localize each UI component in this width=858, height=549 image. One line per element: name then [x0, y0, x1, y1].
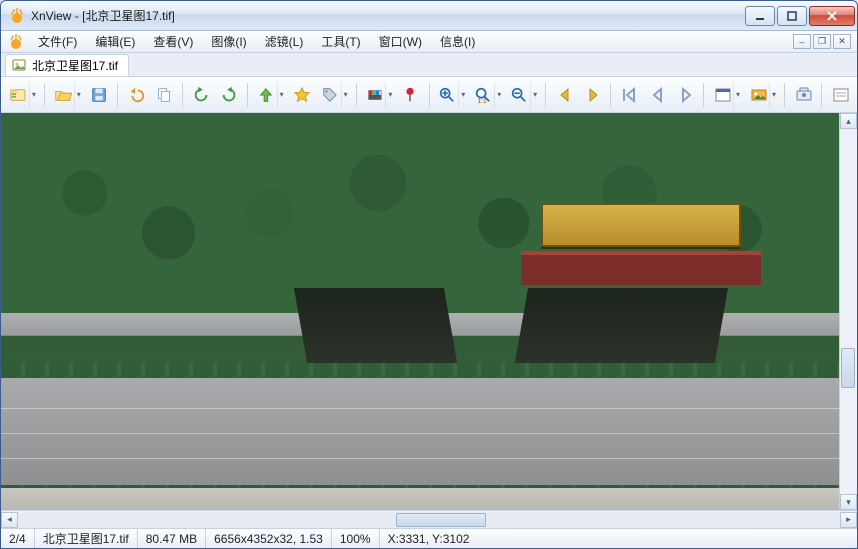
menu-tools[interactable]: 工具(T)	[312, 31, 369, 52]
menu-file[interactable]: 文件(F)	[29, 31, 86, 52]
menu-filter[interactable]: 滤镜(L)	[256, 31, 313, 52]
chevron-down-icon[interactable]: ▾	[494, 82, 503, 108]
scroll-down-button[interactable]: ▾	[840, 494, 857, 510]
favorite-button[interactable]	[289, 81, 315, 109]
tab-label: 北京卫星图17.tif	[32, 57, 118, 74]
acquire-button[interactable]	[790, 81, 816, 109]
status-filename: 北京卫星图17.tif	[35, 529, 138, 548]
menu-view[interactable]: 查看(V)	[144, 31, 202, 52]
tab-current[interactable]: 北京卫星图17.tif	[5, 54, 129, 76]
fit-button[interactable]: ▾	[709, 81, 743, 109]
window-title: XnView - [北京卫星图17.tif]	[31, 7, 175, 24]
status-dims: 6656x4352x32, 1.53	[206, 529, 332, 548]
palette-button[interactable]: ▾	[362, 81, 396, 109]
status-zoom: 100%	[332, 529, 380, 548]
mdi-close-button[interactable]: ✕	[833, 34, 851, 49]
prev-file-button[interactable]	[644, 81, 670, 109]
window-controls	[743, 6, 855, 26]
menu-image[interactable]: 图像(I)	[202, 31, 255, 52]
close-button[interactable]	[809, 6, 855, 26]
tag-button[interactable]: ▾	[317, 81, 351, 109]
chevron-down-icon[interactable]: ▾	[385, 82, 394, 108]
mdi-restore-button[interactable]: ❐	[813, 34, 831, 49]
chevron-down-icon[interactable]: ▾	[530, 82, 539, 108]
vertical-scrollbar[interactable]: ▴ ▾	[839, 113, 857, 510]
chevron-down-icon[interactable]: ▾	[733, 82, 742, 108]
mdi-controls: ‒ ❐ ✕	[793, 34, 851, 49]
app-icon	[9, 8, 25, 24]
menu-edit[interactable]: 编辑(E)	[86, 31, 144, 52]
scroll-right-button[interactable]: ▸	[840, 512, 857, 528]
zoom-out-button[interactable]: ▾	[506, 81, 540, 109]
open-button[interactable]: ▾	[50, 81, 84, 109]
horizontal-scrollbar[interactable]: ◂ ▸	[1, 510, 857, 528]
menu-bar: 文件(F) 编辑(E) 查看(V) 图像(I) 滤镜(L) 工具(T) 窗口(W…	[1, 31, 857, 53]
save-button[interactable]	[86, 81, 112, 109]
chevron-down-icon[interactable]: ▾	[29, 82, 38, 108]
document-tabs: 北京卫星图17.tif	[1, 53, 857, 77]
chevron-down-icon[interactable]: ▾	[277, 82, 286, 108]
chevron-down-icon[interactable]: ▾	[341, 82, 350, 108]
rotate-right-button[interactable]	[216, 81, 242, 109]
browse-button[interactable]: ▾	[5, 81, 39, 109]
options-button[interactable]	[827, 81, 853, 109]
undo-button[interactable]	[123, 81, 149, 109]
status-bar: 2/4 北京卫星图17.tif 80.47 MB 6656x4352x32, 1…	[1, 528, 857, 548]
zoom-in-button[interactable]: ▾	[434, 81, 468, 109]
rotate-left-button[interactable]	[188, 81, 214, 109]
toolbar: ▾ ▾ ▾ ▾ ▾ ▾ 1:1 ▾ ▾ ▾ ▾	[1, 77, 857, 113]
image-canvas[interactable]	[1, 113, 839, 510]
image-file-icon	[12, 58, 26, 72]
title-bar[interactable]: XnView - [北京卫星图17.tif]	[1, 1, 857, 31]
scroll-up-button[interactable]: ▴	[840, 113, 857, 129]
chevron-down-icon[interactable]: ▾	[74, 82, 83, 108]
vertical-scroll-thumb[interactable]	[841, 348, 855, 388]
status-coords: X:3331, Y:3102	[380, 529, 478, 548]
app-window: XnView - [北京卫星图17.tif] 文件(F) 编辑(E) 查看(V)…	[0, 0, 858, 549]
up-button[interactable]: ▾	[253, 81, 287, 109]
chevron-down-icon[interactable]: ▾	[769, 82, 778, 108]
scroll-left-button[interactable]: ◂	[1, 512, 18, 528]
app-menu-icon	[7, 33, 25, 51]
next-file-button[interactable]	[672, 81, 698, 109]
chevron-down-icon[interactable]: ▾	[458, 82, 467, 108]
svg-text:1:1: 1:1	[478, 98, 488, 105]
next-button[interactable]	[579, 81, 605, 109]
prev-button[interactable]	[551, 81, 577, 109]
menu-info[interactable]: 信息(I)	[431, 31, 484, 52]
copy-button[interactable]	[151, 81, 177, 109]
status-filesize: 80.47 MB	[138, 529, 206, 548]
image-viewport: ▴ ▾	[1, 113, 857, 510]
horizontal-scroll-thumb[interactable]	[396, 513, 486, 527]
satellite-image	[1, 113, 839, 510]
minimize-button[interactable]	[745, 6, 775, 26]
maximize-button[interactable]	[777, 6, 807, 26]
pin-button[interactable]	[397, 81, 423, 109]
zoom-actual-button[interactable]: 1:1 ▾	[470, 81, 504, 109]
menu-window[interactable]: 窗口(W)	[370, 31, 431, 52]
mdi-minimize-button[interactable]: ‒	[793, 34, 811, 49]
first-page-button[interactable]	[616, 81, 642, 109]
status-index: 2/4	[1, 529, 35, 548]
slideshow-button[interactable]: ▾	[745, 81, 779, 109]
